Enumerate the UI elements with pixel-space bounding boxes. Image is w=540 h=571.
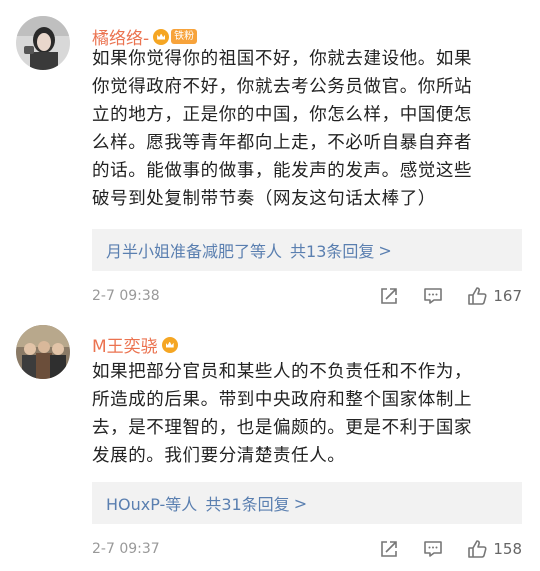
replies-link[interactable]: HOuxP-等人 共31条回复 > (92, 482, 522, 524)
replies-link[interactable]: 月半小姐准备减肥了等人 共13条回复 > (92, 229, 522, 271)
username[interactable]: M王奕骁 (92, 332, 178, 357)
thumbs-up-icon (468, 287, 487, 305)
comment-line: 发展的。我们要分清楚责任人。 (92, 446, 346, 466)
comment-line: 破号到处复制带节奏（网友这句话太棒了） (92, 189, 436, 209)
comment-line: 去，是不理智的，也是偏颇的。更是不利于国家 (92, 418, 473, 438)
like-button[interactable]: 158 (466, 538, 522, 560)
reply-names[interactable]: 月半小姐准备减肥了等人 (106, 238, 282, 262)
comment-line: 你觉得政府不好，你就去考公务员做官。你所站 (92, 77, 473, 97)
comment-footer: 2-7 09:37 158 (92, 534, 522, 564)
girl-photo-avatar-icon (16, 16, 70, 70)
like-button[interactable]: 167 (466, 285, 522, 307)
share-icon (381, 541, 398, 557)
avatar[interactable] (16, 16, 70, 70)
comment-icon (424, 541, 443, 557)
comment-line: 立的地方，正是你的中国，你怎么样，中国便怎 (92, 105, 473, 125)
timestamp: 2-7 09:38 (92, 288, 160, 304)
avatar[interactable] (16, 325, 70, 379)
comment-line: 么样。愿我等青年都向上走，不必听自暴自弃者 (92, 133, 473, 153)
comment-line: 所造成的后果。带到中央政府和整个国家体制上 (92, 390, 473, 410)
username-label[interactable]: M王奕骁 (92, 332, 158, 357)
like-count: 167 (493, 287, 522, 305)
chevron-right-icon: > (293, 493, 308, 513)
like-count: 158 (493, 540, 522, 558)
comment-button[interactable] (422, 538, 444, 560)
reply-count[interactable]: 共31条回复 (205, 491, 289, 515)
timestamp: 2-7 09:37 (92, 541, 160, 557)
action-bar: 158 (356, 538, 522, 560)
comment-line: 的话。能做事的做事，能发声的发声。感觉这些 (92, 161, 473, 181)
share-button[interactable] (378, 285, 400, 307)
share-icon (381, 288, 398, 304)
comment-button[interactable] (422, 285, 444, 307)
chevron-right-icon: > (378, 240, 392, 260)
comment-text: 如果把部分官员和某些人的不负责任和不作为， 所造成的后果。带到中央政府和整个国家… (92, 358, 522, 470)
fan-badge: 铁粉 (171, 29, 198, 44)
thumbs-up-icon (468, 540, 487, 558)
crown-icon (153, 28, 170, 45)
group-photo-avatar-icon (16, 325, 70, 379)
comment-icon (424, 288, 443, 304)
share-button[interactable] (378, 538, 400, 560)
reply-names[interactable]: HOuxP-等人 (106, 491, 197, 515)
comment-text: 如果你觉得你的祖国不好，你就去建设他。如果 你觉得政府不好，你就去考公务员做官。… (92, 45, 522, 213)
reply-count[interactable]: 共13条回复 (290, 238, 374, 262)
comment-footer: 2-7 09:38 167 (92, 281, 522, 311)
crown-icon (161, 336, 178, 353)
comment-line: 如果你觉得你的祖国不好，你就去建设他。如果 (92, 49, 473, 69)
action-bar: 167 (356, 285, 522, 307)
comment-line: 如果把部分官员和某些人的不负责任和不作为， (92, 362, 473, 382)
